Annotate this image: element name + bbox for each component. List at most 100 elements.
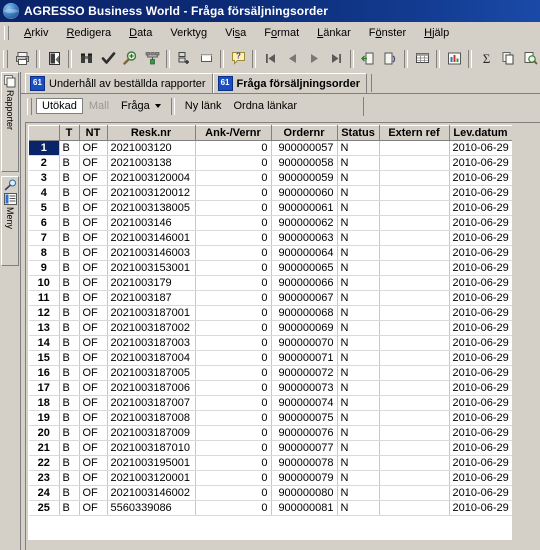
table-row[interactable]: 9 B OF 2021003153001 0 900000065 N 2010-06-29 [29, 260, 512, 276]
cell-levdatum[interactable]: 2010-06-29 [449, 170, 512, 186]
cell-ankvernr[interactable]: 0 [195, 365, 272, 381]
cell-t[interactable]: B [59, 290, 80, 306]
cell-ordernr[interactable]: 900000065 [271, 260, 338, 276]
table-row[interactable]: 7 B OF 2021003146001 0 900000063 N 2010-06-29 [29, 230, 512, 246]
cell-ordernr[interactable]: 900000063 [271, 230, 338, 246]
cell-externref[interactable] [379, 335, 450, 351]
cell-t[interactable]: B [59, 215, 80, 231]
cell-ordernr[interactable]: 900000062 [271, 215, 338, 231]
row-number-cell[interactable]: 1 [29, 140, 60, 156]
cell-t[interactable]: B [59, 155, 80, 171]
cell-resknr[interactable]: 2021003138 [107, 155, 196, 171]
cell-externref[interactable] [379, 395, 450, 411]
tab-underhall-av-bestallda-rapporter[interactable]: 61 Underhåll av beställda rapporter [25, 73, 213, 93]
column-header-status[interactable]: Status [337, 125, 380, 141]
cell-resknr[interactable]: 2021003187 [107, 290, 196, 306]
cell-ordernr[interactable]: 900000061 [271, 200, 338, 216]
cell-t[interactable]: B [59, 380, 80, 396]
cell-ankvernr[interactable]: 0 [195, 230, 272, 246]
table-row[interactable]: 4 B OF 2021003120012 0 900000060 N 2010-06-29 [29, 185, 512, 201]
row-number-cell[interactable]: 18 [29, 395, 60, 411]
cell-resknr[interactable]: 2021003187001 [107, 305, 196, 321]
cell-status[interactable]: N [337, 485, 380, 501]
cell-ordernr[interactable]: 900000072 [271, 365, 338, 381]
cell-status[interactable]: N [337, 380, 380, 396]
table-row[interactable]: 3 B OF 2021003120004 0 900000059 N 2010-06-29 [29, 170, 512, 186]
cell-levdatum[interactable]: 2010-06-29 [449, 200, 512, 216]
cell-nt[interactable]: OF [79, 260, 108, 276]
cell-levdatum[interactable]: 2010-06-29 [449, 320, 512, 336]
cell-ordernr[interactable]: 900000079 [271, 470, 338, 486]
row-number-cell[interactable]: 23 [29, 470, 60, 486]
table-row[interactable]: 10 B OF 2021003179 0 900000066 N 2010-06-29 [29, 275, 512, 291]
cell-resknr[interactable]: 2021003146 [107, 215, 196, 231]
subtoolbar-gripper[interactable] [27, 97, 32, 115]
cell-ordernr[interactable]: 900000081 [271, 500, 338, 516]
print-preview-icon[interactable] [519, 48, 540, 70]
table-row[interactable]: 20 B OF 2021003187009 0 900000076 N 2010-06-29 [29, 425, 512, 441]
cell-ankvernr[interactable]: 0 [195, 275, 272, 291]
row-number-cell[interactable]: 24 [29, 485, 60, 501]
table-row[interactable]: 24 B OF 2021003146002 0 900000080 N 2010-06-29 [29, 485, 512, 501]
cell-nt[interactable]: OF [79, 140, 108, 156]
cell-ankvernr[interactable]: 0 [195, 410, 272, 426]
cell-levdatum[interactable]: 2010-06-29 [449, 155, 512, 171]
cell-resknr[interactable]: 5560339086 [107, 500, 196, 516]
cell-t[interactable]: B [59, 140, 80, 156]
cell-externref[interactable] [379, 455, 450, 471]
cell-externref[interactable] [379, 230, 450, 246]
menu-item-verktyg[interactable]: Verktyg [161, 25, 216, 41]
cell-nt[interactable]: OF [79, 170, 108, 186]
cell-externref[interactable] [379, 290, 450, 306]
bar-chart-icon[interactable] [443, 48, 465, 70]
cell-levdatum[interactable]: 2010-06-29 [449, 140, 512, 156]
mall-button[interactable]: Mall [83, 98, 115, 114]
cell-status[interactable]: N [337, 425, 380, 441]
row-number-cell[interactable]: 13 [29, 320, 60, 336]
column-header-ordernr[interactable]: Ordernr [271, 125, 338, 141]
cell-nt[interactable]: OF [79, 230, 108, 246]
table-row[interactable]: 18 B OF 2021003187007 0 900000074 N 2010-06-29 [29, 395, 512, 411]
cell-nt[interactable]: OF [79, 335, 108, 351]
cell-externref[interactable] [379, 215, 450, 231]
cell-nt[interactable]: OF [79, 425, 108, 441]
cell-nt[interactable]: OF [79, 500, 108, 516]
sidebar-item-rapporter[interactable]: Rapporter [1, 72, 19, 172]
table-row[interactable]: 25 B OF 5560339086 0 900000081 N 2010-06-29 [29, 500, 512, 516]
cell-levdatum[interactable]: 2010-06-29 [449, 470, 512, 486]
cell-externref[interactable] [379, 245, 450, 261]
row-number-cell[interactable]: 17 [29, 380, 60, 396]
cell-ankvernr[interactable]: 0 [195, 200, 272, 216]
ny-lank-button[interactable]: Ny länk [179, 98, 228, 114]
table-row[interactable]: 22 B OF 2021003195001 0 900000078 N 2010-06-29 [29, 455, 512, 471]
cell-ordernr[interactable]: 900000080 [271, 485, 338, 501]
cell-externref[interactable] [379, 260, 450, 276]
table-row[interactable]: 15 B OF 2021003187004 0 900000071 N 2010-06-29 [29, 350, 512, 366]
cell-resknr[interactable]: 2021003187002 [107, 320, 196, 336]
table-row[interactable]: 16 B OF 2021003187005 0 900000072 N 2010-06-29 [29, 365, 512, 381]
cell-nt[interactable]: OF [79, 485, 108, 501]
cell-t[interactable]: B [59, 365, 80, 381]
table-view-icon[interactable] [411, 48, 433, 70]
row-number-cell[interactable]: 3 [29, 170, 60, 186]
cell-resknr[interactable]: 2021003138005 [107, 200, 196, 216]
cell-ordernr[interactable]: 900000064 [271, 245, 338, 261]
cell-resknr[interactable]: 2021003146003 [107, 245, 196, 261]
cell-status[interactable]: N [337, 305, 380, 321]
add-row-icon[interactable] [173, 48, 195, 70]
cell-ordernr[interactable]: 900000069 [271, 320, 338, 336]
row-number-cell[interactable]: 14 [29, 335, 60, 351]
export-icon[interactable] [379, 48, 401, 70]
row-number-cell[interactable]: 19 [29, 410, 60, 426]
column-header-ankvernr[interactable]: Ank-/Vernr [195, 125, 272, 141]
cell-status[interactable]: N [337, 395, 380, 411]
table-row[interactable]: 12 B OF 2021003187001 0 900000068 N 2010-06-29 [29, 305, 512, 321]
cell-nt[interactable]: OF [79, 365, 108, 381]
column-header-externref[interactable]: Extern ref [379, 125, 450, 141]
cell-status[interactable]: N [337, 155, 380, 171]
cell-status[interactable]: N [337, 170, 380, 186]
cell-ordernr[interactable]: 900000060 [271, 185, 338, 201]
cell-status[interactable]: N [337, 500, 380, 516]
sidebar-item-meny[interactable]: Meny [1, 176, 19, 266]
cell-t[interactable]: B [59, 260, 80, 276]
